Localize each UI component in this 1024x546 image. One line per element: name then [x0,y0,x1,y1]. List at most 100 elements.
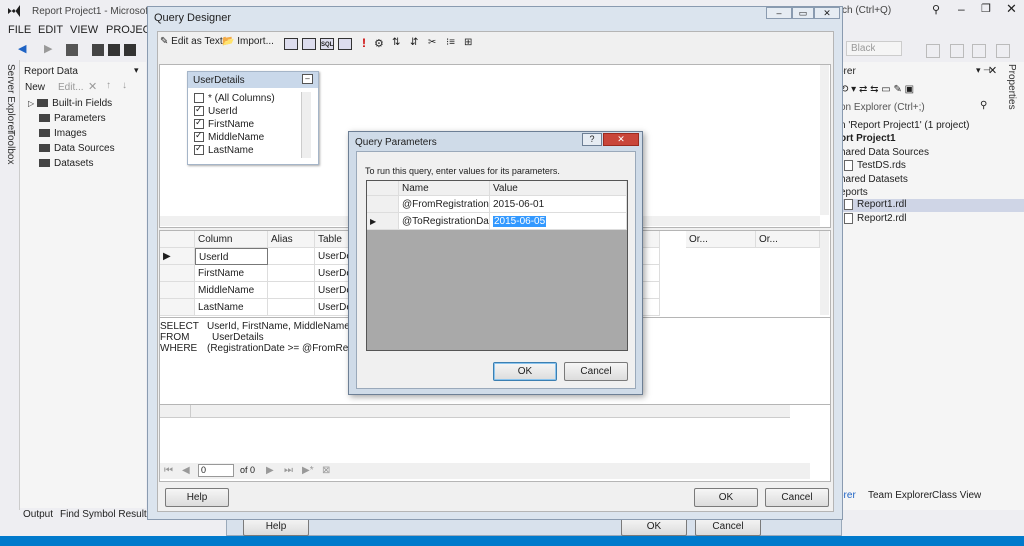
solution-item-testds[interactable]: TestDS.rds [844,160,906,173]
menu-edit[interactable]: EDIT [38,24,63,36]
edit-button[interactable]: Edit... [58,82,84,93]
next-record-icon[interactable]: ▶ [266,465,274,476]
new-record-icon[interactable]: ▶* [302,465,314,476]
sort-descending-icon[interactable]: ⇵ [410,37,418,48]
tab-team-explorer[interactable]: Team Explorer [868,490,932,501]
edit-as-text-button[interactable]: ✎ Edit as Text [160,36,223,52]
grid-cell-alias[interactable] [268,248,315,265]
stop-icon[interactable]: ⊠ [322,465,330,476]
tree-item-datasets[interactable]: Datasets [39,158,93,172]
group-by-icon[interactable]: ⁝≡ [446,37,455,48]
params-cancel-button[interactable]: Cancel [564,362,628,381]
panel-menu-chevron-icon[interactable]: ▾ [134,65,139,76]
grid-icon[interactable] [950,44,964,58]
param-value-input[interactable]: 2015-06-05 [490,213,627,230]
distribute-icon[interactable] [996,44,1010,58]
move-down-icon[interactable]: ↓ [122,80,127,91]
theme-combo[interactable]: Black [846,41,902,56]
search-icon[interactable]: ⚲ [932,3,940,16]
menu-view[interactable]: VIEW [70,24,98,36]
checkbox[interactable] [194,106,204,117]
column-checkbox-userid[interactable]: UserId [194,106,237,117]
checkbox[interactable] [194,132,204,143]
grid-cell-column[interactable]: MiddleName [195,282,268,299]
record-number-input[interactable]: 0 [198,464,234,477]
grid-cell-column[interactable]: UserId [195,248,268,265]
params-ok-button[interactable]: OK [493,362,557,381]
grid-row-selector[interactable] [160,299,195,316]
result-pane-icon[interactable] [338,38,352,50]
properties-tab[interactable]: Properties [1006,64,1017,110]
navigate-forward-icon[interactable]: ▶ [44,42,52,55]
grid-row-selector[interactable]: ▶ [160,248,195,265]
param-row-selector[interactable] [367,196,399,213]
last-record-icon[interactable]: ⏭ [284,465,293,476]
navigate-back-icon[interactable]: ◀ [18,42,26,55]
tab-output[interactable]: Output [23,509,53,520]
table-minimize-icon[interactable]: – [302,74,313,84]
quick-launch-input[interactable]: ch (Ctrl+Q) [842,5,891,16]
grid-row-selector[interactable] [160,265,195,282]
tab-find-symbol-results[interactable]: Find Symbol Results [60,509,152,520]
tab-class-view[interactable]: Class View [932,490,981,501]
grid-cell-column[interactable]: LastName [195,299,268,316]
open-file-icon[interactable] [92,44,104,56]
column-checkbox-firstname[interactable]: FirstName [194,119,254,130]
solution-item-report1[interactable]: Report1.rdl [838,199,1024,212]
solution-item[interactable]: hared Datasets [840,174,908,187]
column-checkbox-lastname[interactable]: LastName [194,145,254,156]
param-row-selector[interactable]: ▶ [367,213,399,230]
param-value-input[interactable]: 2015-06-01 [490,196,627,213]
grid-vscrollbar[interactable] [820,231,829,315]
save-all-icon[interactable] [124,44,136,56]
checkbox[interactable] [194,119,204,130]
restore-icon[interactable]: ❐ [981,2,991,15]
previous-record-icon[interactable]: ◀ [182,465,190,476]
tree-item-images[interactable]: Images [39,128,87,142]
solution-item[interactable]: ort Project1 [840,133,896,146]
panel-close-icon[interactable]: ✕ [988,64,997,77]
sql-pane-icon[interactable]: SQL [320,38,334,50]
qd-minimize-button[interactable]: – [766,7,792,19]
solution-item[interactable]: hared Data Sources [840,147,929,160]
minimize-icon[interactable]: – [958,2,965,16]
close-icon[interactable]: ✕ [1006,1,1017,17]
help-button[interactable]: ? [582,133,602,146]
grid-cell-alias[interactable] [268,282,315,299]
qd-close-button[interactable]: ✕ [814,7,840,19]
qd-help-button[interactable]: Help [165,488,229,507]
solution-search-input[interactable]: on Explorer (Ctrl+;) [840,102,925,113]
diagram-pane-icon[interactable] [284,38,298,50]
table-scrollbar[interactable] [301,92,311,158]
table-header[interactable]: UserDetails – [188,72,318,88]
search-icon[interactable]: ⚲ [980,100,987,111]
align-icon[interactable] [972,44,986,58]
grid-cell-column[interactable]: FirstName [195,265,268,282]
grid-cell-alias[interactable] [268,265,315,282]
run-icon[interactable]: ! [362,36,366,50]
grid-pane-icon[interactable] [302,38,316,50]
expand-icon[interactable]: ▷ [28,99,34,108]
add-table-icon[interactable]: ⊞ [464,37,472,48]
qd-cancel-button[interactable]: Cancel [765,488,829,507]
first-record-icon[interactable]: ⏮ [164,465,173,476]
new-menu-button[interactable]: New [25,82,45,93]
close-button[interactable]: ✕ [603,133,639,146]
column-checkbox-middlename[interactable]: MiddleName [194,132,264,143]
qd-ok-button[interactable]: OK [694,488,758,507]
grid-row-selector[interactable] [160,282,195,299]
tree-item-built-in-fields[interactable]: ▷ Built-in Fields [28,98,112,112]
sort-ascending-icon[interactable]: ⇅ [392,37,400,48]
delete-icon[interactable]: ✕ [88,80,97,93]
tree-item-parameters[interactable]: Parameters [39,113,106,127]
verify-sql-icon[interactable]: ⚙ [374,37,384,50]
solution-item-report2[interactable]: Report2.rdl [844,213,906,226]
new-project-icon[interactable] [66,44,78,56]
grid-cell-alias[interactable] [268,299,315,316]
layout-icon[interactable] [926,44,940,58]
menu-file[interactable]: FILE [8,24,31,36]
import-button[interactable]: 📂 Import... [222,36,274,52]
remove-filter-icon[interactable]: ✂ [428,37,436,48]
save-icon[interactable] [108,44,120,56]
checkbox[interactable] [194,145,204,156]
